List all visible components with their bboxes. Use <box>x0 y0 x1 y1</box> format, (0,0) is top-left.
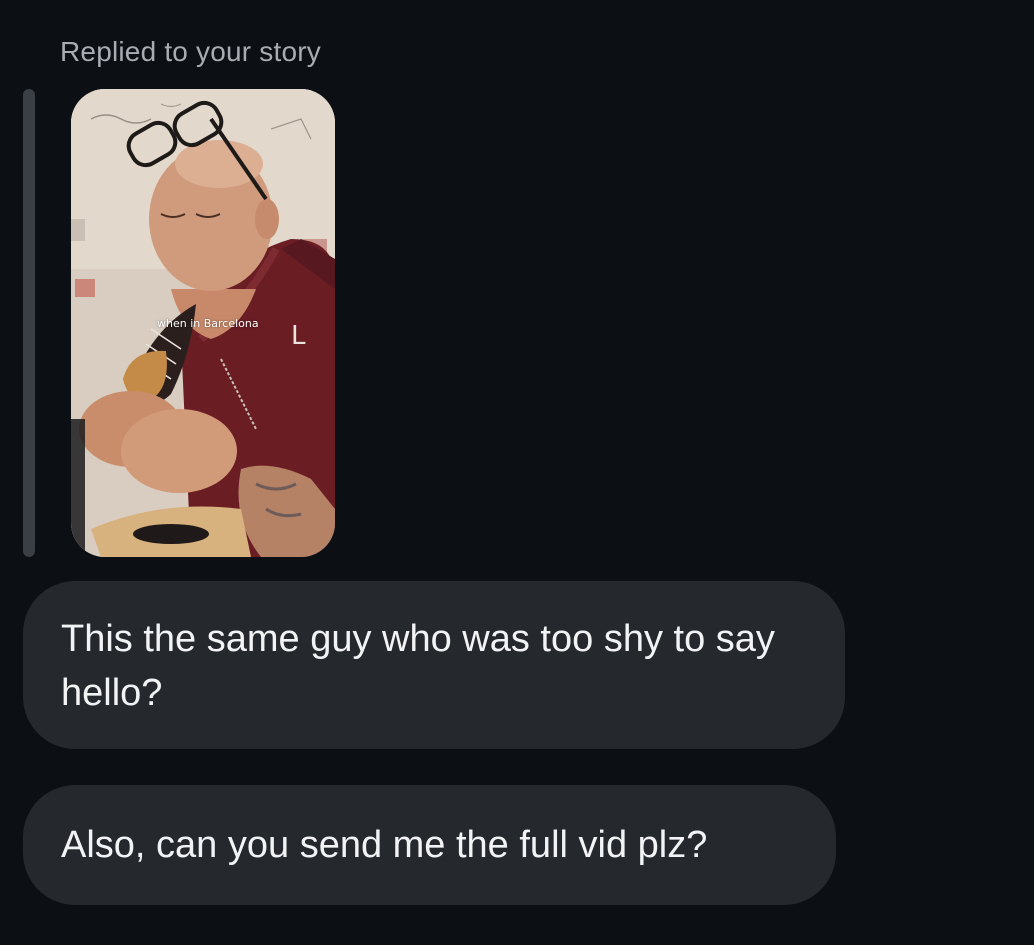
story-thumbnail[interactable]: L when in Barcelona <box>71 89 335 557</box>
story-reply-quote-bar <box>23 89 35 557</box>
jacket-logo: L <box>291 321 306 351</box>
story-caption: when in Barcelona <box>157 317 259 330</box>
message-text: Also, can you send me the full vid plz? <box>61 824 708 866</box>
replied-to-story-label: Replied to your story <box>60 36 321 67</box>
message-bubble[interactable]: Also, can you send me the full vid plz? <box>23 785 836 905</box>
message-text: This the same guy who was too shy to say… <box>61 618 775 714</box>
dm-thread: Replied to your story L when in Barcelon… <box>0 0 1034 945</box>
message-bubble[interactable]: This the same guy who was too shy to say… <box>23 581 845 749</box>
